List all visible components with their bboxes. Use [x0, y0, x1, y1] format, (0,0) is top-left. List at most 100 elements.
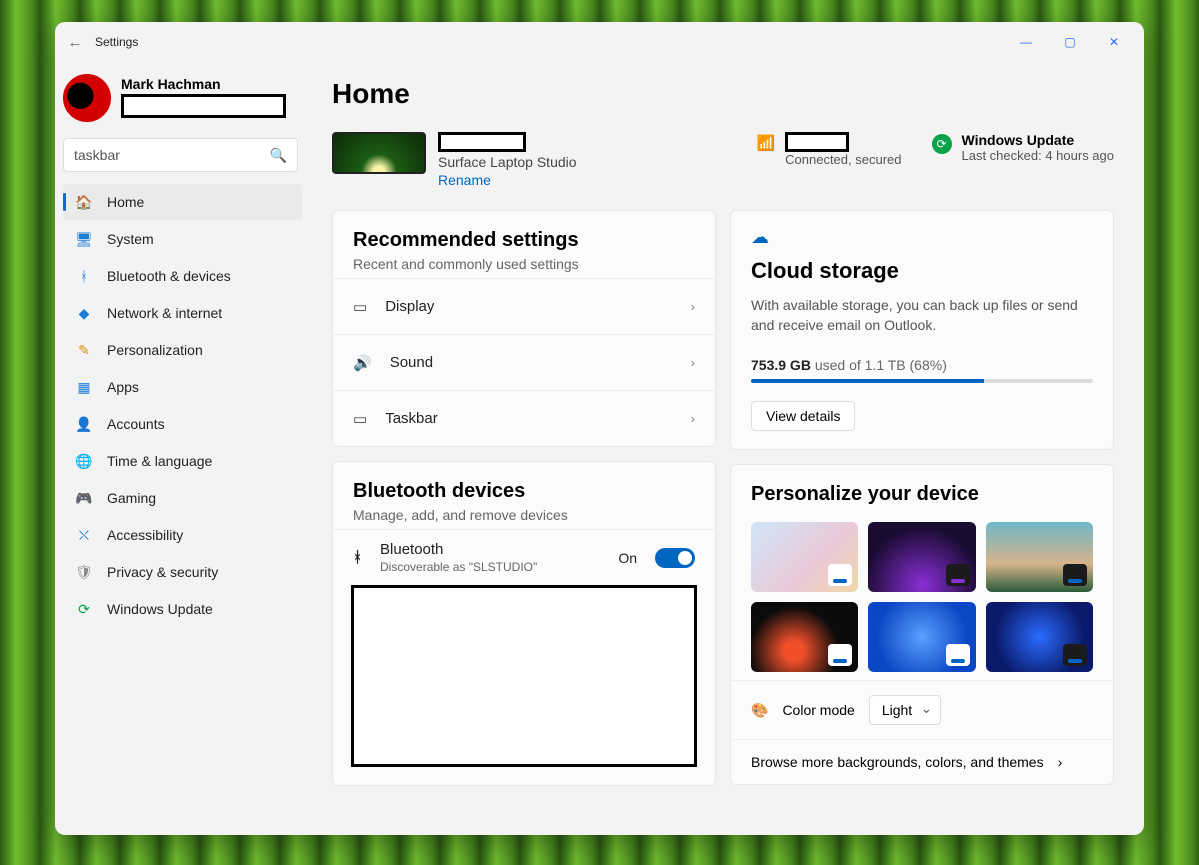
theme-option-1[interactable] [751, 522, 858, 592]
taskbar-chip-icon [946, 644, 970, 666]
personalize-title: Personalize your device [751, 483, 1093, 506]
nav-icon: 🎮 [75, 489, 93, 507]
wifi-icon: 📶 [756, 134, 775, 152]
cloud-storage-card: ☁ Cloud storage With available storage, … [730, 210, 1114, 450]
avatar [63, 74, 111, 122]
search-input[interactable]: taskbar 🔍 [63, 138, 298, 172]
cloud-usage-bar [751, 379, 1093, 383]
recommended-row-sound[interactable]: 🔊 Sound › [333, 334, 715, 390]
rename-link[interactable]: Rename [438, 172, 577, 188]
back-button[interactable]: ← [63, 34, 87, 51]
nav-icon: ◆ [75, 304, 93, 322]
device-block[interactable]: Surface Laptop Studio Rename [332, 132, 577, 188]
nav-item-accessibility[interactable]: ⛌ Accessibility [63, 517, 302, 553]
nav-item-home[interactable]: 🏠 Home [63, 184, 302, 220]
bluetooth-toggle[interactable] [655, 548, 695, 568]
close-button[interactable]: ✕ [1092, 27, 1136, 57]
wifi-status: Connected, secured [785, 152, 901, 167]
nav-icon: ▦ [75, 378, 93, 396]
bluetooth-name: Bluetooth [380, 541, 600, 558]
nav-item-network-internet[interactable]: ◆ Network & internet [63, 295, 302, 331]
browse-themes-label: Browse more backgrounds, colors, and the… [751, 754, 1044, 770]
row-icon: ▭ [353, 298, 367, 316]
view-details-button[interactable]: View details [751, 401, 855, 431]
device-name-redacted [438, 132, 526, 152]
nav-item-gaming[interactable]: 🎮 Gaming [63, 480, 302, 516]
chevron-right-icon: › [1058, 754, 1063, 770]
taskbar-chip-icon [1063, 564, 1087, 586]
nav-label: Windows Update [107, 601, 213, 617]
main: Home Surface Laptop Studio Rename 📶 Con [310, 62, 1144, 835]
header-row: Surface Laptop Studio Rename 📶 Connected… [332, 132, 1114, 188]
nav-label: Personalization [107, 342, 203, 358]
chevron-right-icon: › [691, 299, 695, 314]
minimize-button[interactable]: — [1004, 27, 1048, 57]
nav-item-time-language[interactable]: 🌐 Time & language [63, 443, 302, 479]
nav-item-system[interactable]: 🖥 System [63, 221, 302, 257]
wifi-ssid-redacted [785, 132, 849, 152]
bluetooth-toggle-row[interactable]: ᚼ Bluetooth Discoverable as "SLSTUDIO" O… [333, 529, 715, 585]
windows-update-subtitle: Last checked: 4 hours ago [962, 148, 1115, 163]
nav-icon: 🛡 [75, 563, 93, 581]
cloud-title: Cloud storage [751, 258, 1093, 284]
recommended-row-display[interactable]: ▭ Display › [333, 278, 715, 334]
palette-icon: 🎨 [751, 702, 768, 719]
nav-label: Gaming [107, 490, 156, 506]
chevron-right-icon: › [691, 411, 695, 426]
nav-item-windows-update[interactable]: ⟳ Windows Update [63, 591, 302, 627]
cloud-usage: 753.9 GB used of 1.1 TB (68%) [751, 357, 1093, 373]
taskbar-chip-icon [828, 644, 852, 666]
maximize-button[interactable]: ▢ [1048, 27, 1092, 57]
bluetooth-devices-redacted [351, 585, 697, 767]
row-icon: 🔊 [353, 354, 372, 372]
recommended-row-taskbar[interactable]: ▭ Taskbar › [333, 390, 715, 446]
bluetooth-discoverable: Discoverable as "SLSTUDIO" [380, 560, 600, 574]
nav: 🏠 Home🖥 Systemᚼ Bluetooth & devices◆ Net… [63, 184, 302, 627]
bluetooth-icon: ᚼ [353, 549, 362, 566]
nav-item-accounts[interactable]: 👤 Accounts [63, 406, 302, 442]
windows-update-block[interactable]: ⟳ Windows Update Last checked: 4 hours a… [932, 132, 1115, 163]
app-title: Settings [95, 35, 138, 49]
bluetooth-title: Bluetooth devices [353, 480, 695, 503]
nav-icon: 🌐 [75, 452, 93, 470]
bluetooth-state: On [618, 550, 637, 566]
bluetooth-sub: Manage, add, and remove devices [353, 507, 695, 523]
wifi-block[interactable]: 📶 Connected, secured [756, 132, 901, 167]
recommended-settings-card: Recommended settings Recent and commonly… [332, 210, 716, 447]
nav-item-bluetooth-devices[interactable]: ᚼ Bluetooth & devices [63, 258, 302, 294]
personalize-card: Personalize your device 🎨 [730, 464, 1114, 785]
windows-update-title: Windows Update [962, 132, 1115, 148]
recommended-title: Recommended settings [353, 229, 695, 252]
nav-label: System [107, 231, 154, 247]
bluetooth-card: Bluetooth devices Manage, add, and remov… [332, 461, 716, 786]
nav-icon: ᚼ [75, 267, 93, 285]
nav-item-privacy-security[interactable]: 🛡 Privacy & security [63, 554, 302, 590]
nav-label: Privacy & security [107, 564, 218, 580]
nav-label: Accessibility [107, 527, 183, 543]
nav-icon: ⛌ [75, 526, 93, 544]
nav-icon: 🏠 [75, 193, 93, 211]
device-thumbnail [332, 132, 426, 174]
user-block[interactable]: Mark Hachman [63, 70, 302, 134]
taskbar-chip-icon [828, 564, 852, 586]
sidebar: Mark Hachman taskbar 🔍 🏠 Home🖥 Systemᚼ B… [55, 62, 310, 835]
theme-option-4[interactable] [751, 602, 858, 672]
theme-option-2[interactable] [868, 522, 975, 592]
nav-item-personalization[interactable]: ✎ Personalization [63, 332, 302, 368]
nav-item-apps[interactable]: ▦ Apps [63, 369, 302, 405]
device-model: Surface Laptop Studio [438, 154, 577, 170]
color-mode-label: Color mode [782, 702, 854, 718]
browse-themes-row[interactable]: Browse more backgrounds, colors, and the… [731, 739, 1113, 784]
color-mode-select[interactable]: Light [869, 695, 941, 725]
theme-option-5[interactable] [868, 602, 975, 672]
color-mode-row: 🎨 Color mode Light [731, 680, 1113, 739]
theme-option-3[interactable] [986, 522, 1093, 592]
row-label: Display [385, 298, 672, 315]
chevron-right-icon: › [691, 355, 695, 370]
settings-window: ← Settings — ▢ ✕ Mark Hachman taskbar 🔍 … [55, 22, 1144, 835]
theme-option-6[interactable] [986, 602, 1093, 672]
user-email-redacted [121, 94, 286, 118]
nav-label: Bluetooth & devices [107, 268, 231, 284]
search-icon: 🔍 [270, 147, 287, 164]
cloud-icon: ☁ [751, 227, 1093, 248]
